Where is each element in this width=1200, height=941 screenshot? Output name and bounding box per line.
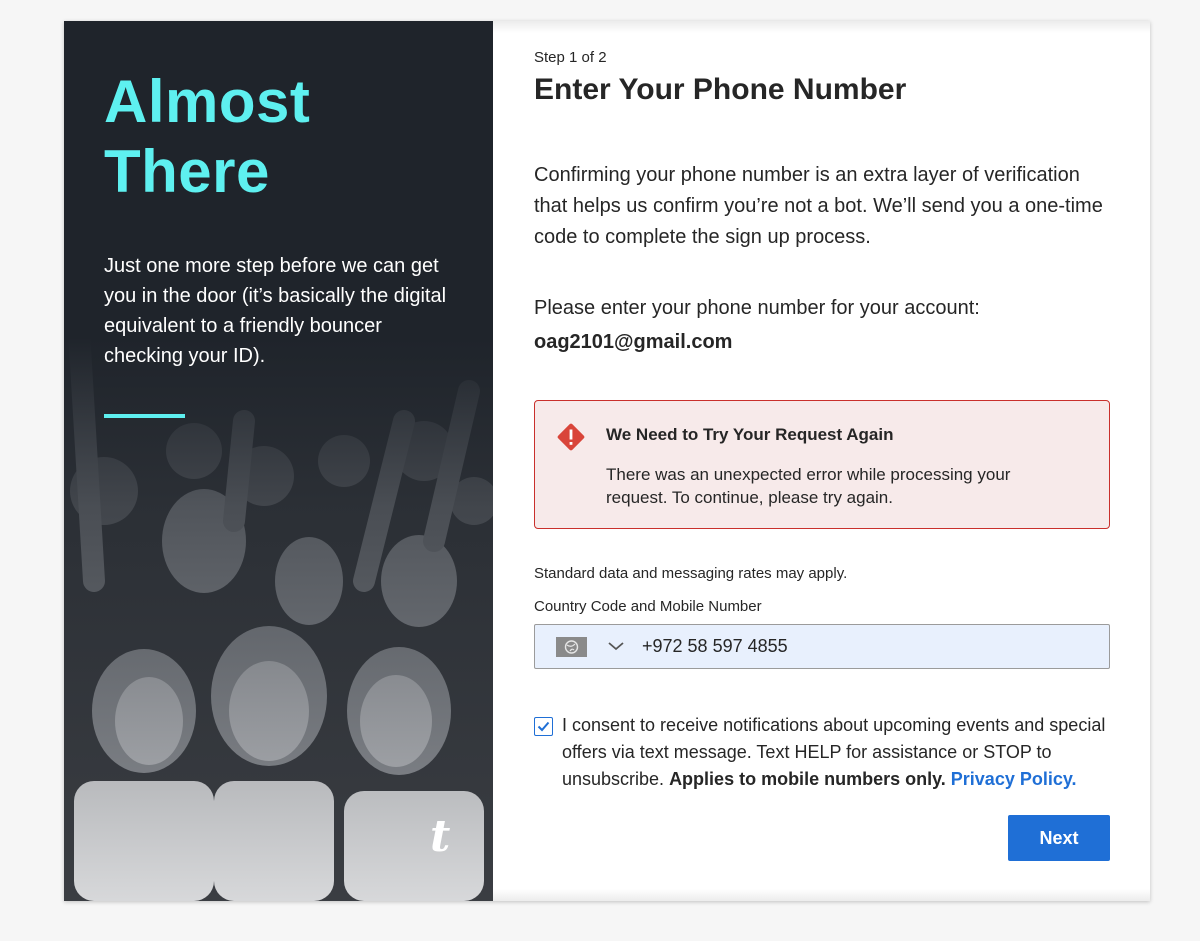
rates-note: Standard data and messaging rates may ap… — [534, 565, 848, 582]
checkmark-icon — [537, 721, 550, 732]
account-email: oag2101@gmail.com — [534, 331, 733, 353]
next-button[interactable]: Next — [1008, 815, 1110, 861]
signup-card: Almost There Just one more step before w… — [64, 21, 1150, 901]
warning-diamond-icon — [557, 423, 585, 451]
form-panel: Step 1 of 2 Enter Your Phone Number Conf… — [493, 21, 1150, 901]
alert-title: We Need to Try Your Request Again — [606, 425, 894, 444]
phone-field-label: Country Code and Mobile Number — [534, 598, 762, 615]
enter-phone-label: Please enter your phone number for your … — [534, 297, 980, 319]
phone-number-value[interactable]: +972 58 597 4855 — [642, 636, 788, 657]
hero-description: Just one more step before we can get you… — [104, 255, 447, 367]
chevron-down-icon[interactable] — [607, 640, 625, 652]
hero-divider — [104, 414, 185, 418]
consent-period: . — [1071, 769, 1077, 789]
consent-text: I consent to receive notifications about… — [562, 712, 1107, 793]
brand-logo: t — [430, 811, 451, 862]
alert-message: There was an unexpected error while proc… — [606, 465, 1011, 507]
consent-checkbox[interactable] — [534, 717, 553, 736]
globe-icon — [564, 640, 579, 654]
hero-title-line1: Almost — [104, 68, 311, 135]
privacy-policy-link[interactable]: Privacy Policy — [951, 769, 1072, 789]
hero-title: Almost There — [104, 67, 310, 207]
phone-input[interactable]: +972 58 597 4855 — [534, 624, 1110, 669]
top-shadow — [493, 21, 1150, 33]
bottom-shadow — [493, 889, 1150, 901]
page-title: Enter Your Phone Number — [534, 73, 907, 106]
step-indicator: Step 1 of 2 — [534, 49, 607, 66]
intro-text: Confirming your phone number is an extra… — [534, 164, 1103, 248]
country-flag-icon[interactable] — [556, 637, 587, 657]
hero-panel: Almost There Just one more step before w… — [64, 21, 493, 901]
error-alert: We Need to Try Your Request Again There … — [534, 400, 1110, 529]
hero-title-line2: There — [104, 138, 270, 205]
consent-bold: Applies to mobile numbers only. — [669, 769, 946, 789]
